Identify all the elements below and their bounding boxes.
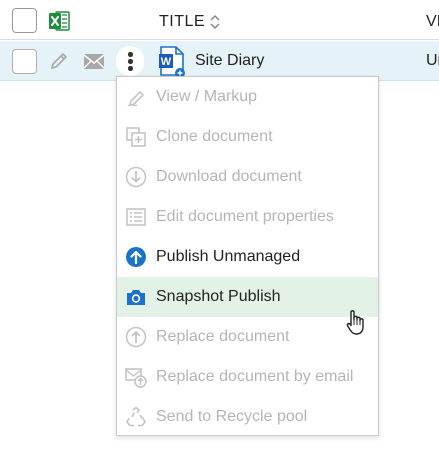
clone-icon (126, 127, 146, 147)
menu-item-replace-by-email[interactable]: Replace document by email (117, 357, 378, 397)
sort-icon[interactable] (209, 13, 221, 31)
menu-item-clone-document[interactable]: Clone document (117, 117, 378, 157)
replace-email-icon (125, 368, 147, 388)
replace-icon (125, 326, 147, 348)
mail-icon[interactable] (83, 53, 105, 70)
menu-item-replace-document[interactable]: Replace document (117, 317, 378, 357)
view-markup-icon (127, 90, 145, 107)
excel-export-icon[interactable] (48, 10, 70, 32)
title-column-header[interactable]: TITLE (159, 13, 205, 31)
properties-icon (126, 208, 146, 226)
menu-item-view-markup[interactable]: View / Markup (117, 77, 378, 117)
word-document-icon: W (159, 46, 185, 78)
pencil-icon[interactable] (48, 50, 70, 72)
svg-text:W: W (161, 56, 172, 68)
menu-item-publish-unmanaged[interactable]: Publish Unmanaged (117, 237, 378, 277)
more-actions-icon[interactable] (116, 46, 144, 76)
row-checkbox[interactable] (12, 49, 37, 74)
table-row[interactable]: W Site Diary Ur (0, 41, 439, 81)
download-icon (125, 166, 147, 188)
menu-item-edit-properties[interactable]: Edit document properties (117, 197, 378, 237)
document-title[interactable]: Site Diary (195, 52, 264, 70)
menu-item-snapshot-publish[interactable]: Snapshot Publish (117, 277, 378, 317)
next-column-header[interactable]: VI (426, 13, 439, 31)
select-all-checkbox[interactable] (12, 8, 37, 33)
document-actions-menu: View / Markup Clone document Download do… (116, 76, 379, 436)
camera-icon (127, 290, 145, 305)
menu-item-send-to-recycle[interactable]: Send to Recycle pool (117, 397, 378, 437)
recycle-icon (126, 406, 146, 427)
publish-icon (126, 247, 146, 267)
hand-cursor-icon (346, 310, 364, 335)
next-column-value: Ur (426, 52, 439, 69)
table-header: TITLE VI (0, 0, 439, 40)
menu-item-download-document[interactable]: Download document (117, 157, 378, 197)
